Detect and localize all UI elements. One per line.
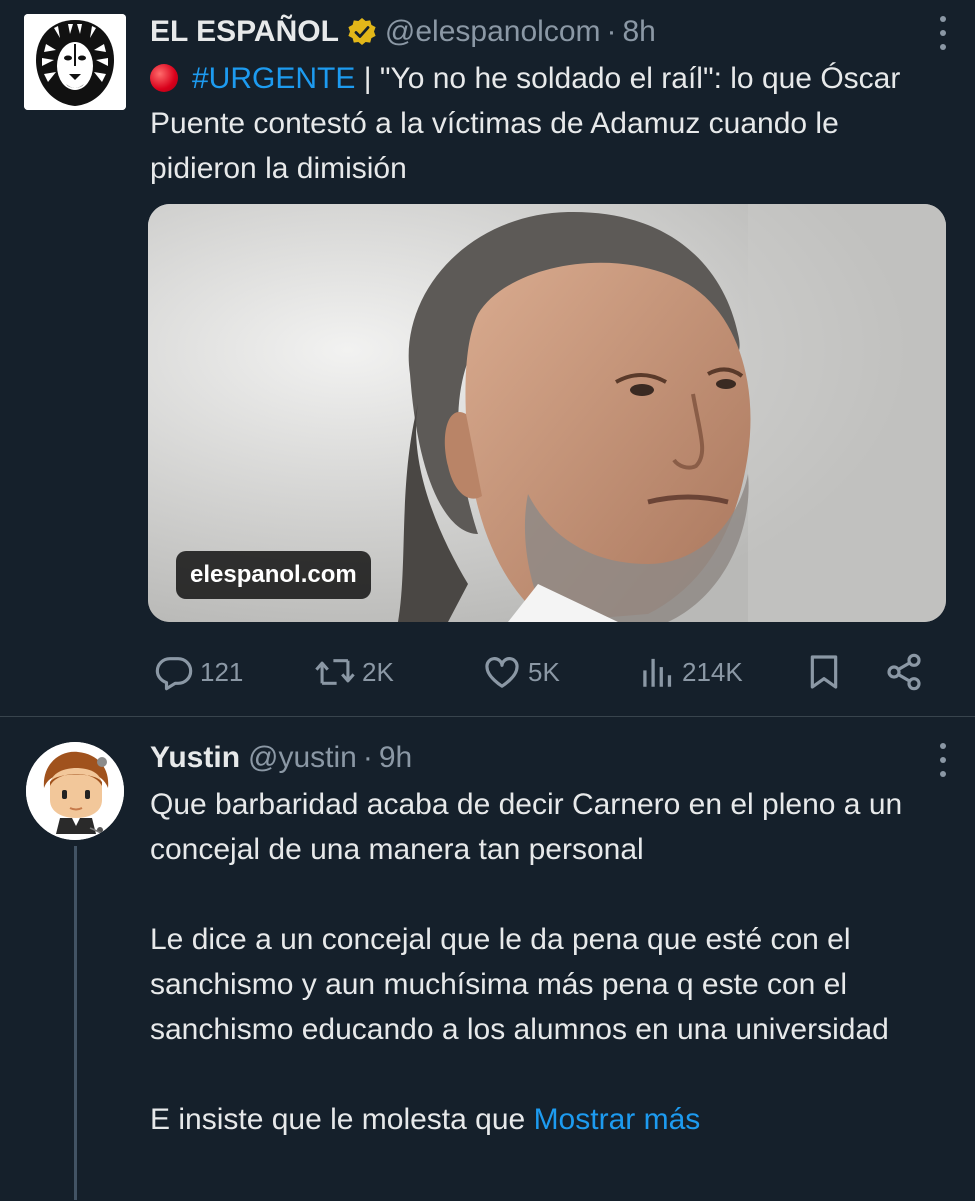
like-count: 5K [528,656,560,687]
reply-icon [155,657,193,691]
tweet-time[interactable]: 8h [623,14,656,50]
author-handle[interactable]: @yustin [248,740,357,776]
share-icon [887,653,921,691]
tweet-paragraph-text: E insiste que le molesta que [150,1103,534,1136]
like-button[interactable]: 5K [482,648,560,696]
link-card-image[interactable]: elespanol.com [148,204,946,622]
tweet-paragraph-last: E insiste que le molesta que Mostrar más [150,1097,940,1142]
repost-icon [315,659,355,685]
tweet-header: EL ESPAÑOL @elespanolcom · 8h [150,14,656,50]
tweet-el-espanol[interactable]: EL ESPAÑOL @elespanolcom · 8h #URGENTE |… [0,0,975,716]
red-circle-icon [150,64,178,92]
bookmark-icon [810,655,838,689]
author-handle[interactable]: @elespanolcom [385,14,601,50]
reply-count: 121 [200,656,244,687]
el-espanol-avatar[interactable] [24,14,126,110]
repost-count: 2K [362,656,394,687]
verified-badge-icon [348,18,376,45]
more-options-icon[interactable] [937,743,949,777]
yustin-avatar[interactable] [26,742,124,840]
tweet-text: #URGENTE | "Yo no he soldado el raíl": l… [150,56,940,191]
tweet-text: Que barbaridad acaba de decir Carnero en… [150,782,940,1142]
tweet-time[interactable]: 9h [379,740,412,776]
author-name[interactable]: Yustin [150,740,240,776]
separator-dot: · [606,15,617,48]
author-name[interactable]: EL ESPAÑOL [150,14,339,50]
hashtag-link[interactable]: #URGENTE [192,62,355,95]
bookmark-button[interactable] [804,648,844,696]
views-chart-icon [643,658,672,687]
views-count: 214K [682,656,743,687]
repost-button[interactable]: 2K [314,648,394,696]
more-options-icon[interactable] [937,16,949,50]
show-more-link[interactable]: Mostrar más [534,1103,701,1136]
heart-icon [485,657,519,688]
tweet-paragraph: Le dice a un concejal que le da pena que… [150,923,889,1046]
lion-logo-icon [24,14,126,110]
tweet-actions: 121 2K 5K 214K [150,648,940,696]
reply-button[interactable]: 121 [154,648,243,696]
cartoon-avatar-icon [26,742,124,840]
tweet-header: Yustin @yustin · 9h [150,740,412,776]
separator-dot: · [362,741,373,774]
thread-line [74,846,77,1200]
link-source-badge[interactable]: elespanol.com [176,551,371,599]
share-button[interactable] [884,648,924,696]
tweet-paragraph: Que barbaridad acaba de decir Carnero en… [150,788,903,866]
views-button[interactable]: 214K [640,648,743,696]
